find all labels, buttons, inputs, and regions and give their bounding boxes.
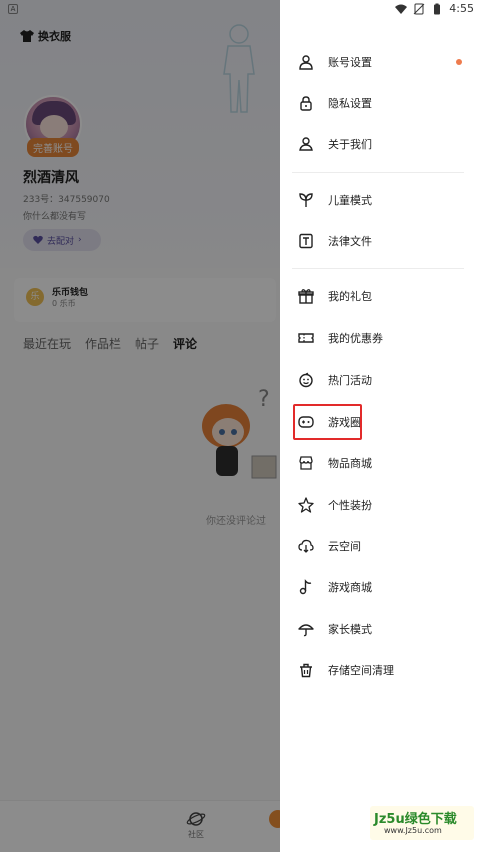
- gift-icon: [298, 288, 314, 304]
- menu-item-legal-documents[interactable]: 法律文件: [280, 221, 480, 261]
- watermark-url: www.Jz5u.com: [384, 826, 442, 835]
- notification-dot: [456, 59, 462, 65]
- menu-item-label: 家长模式: [328, 623, 372, 636]
- watermark: Jz5u绿色下载 www.Jz5u.com: [370, 806, 474, 840]
- menu-item-hot-events[interactable]: 热门活动: [280, 360, 480, 400]
- watermark-title: Jz5u绿色下载: [374, 812, 457, 827]
- menu-item-personal-decoration[interactable]: 个性装扮: [280, 485, 480, 525]
- wifi-icon: [395, 4, 408, 14]
- menu-item-label: 我的礼包: [328, 290, 372, 303]
- store-icon: [298, 455, 314, 471]
- ticket-icon: [298, 330, 314, 346]
- status-time: 4:55: [449, 2, 474, 15]
- highlight-box: [293, 404, 362, 440]
- menu-item-label: 个性装扮: [328, 499, 372, 512]
- menu-item-label: 热门活动: [328, 374, 372, 387]
- menu-item-account-settings[interactable]: 账号设置: [280, 42, 480, 82]
- menu-item-label: 儿童模式: [328, 194, 372, 207]
- profile-page-background: A 换衣服 完善账号 烈酒清风 233号：347559070 你什么都没有写 去…: [0, 0, 280, 852]
- menu-item-label: 我的优惠券: [328, 332, 383, 345]
- menu-item-parent-mode[interactable]: 家长模式: [280, 609, 480, 649]
- lock-icon: [298, 95, 314, 111]
- menu-item-label: 云空间: [328, 540, 361, 553]
- menu-item-cloud-space[interactable]: 云空间: [280, 526, 480, 566]
- star-icon: [298, 497, 314, 513]
- menu-item-my-coupons[interactable]: 我的优惠券: [280, 318, 480, 358]
- menu-item-label: 物品商城: [328, 457, 372, 470]
- menu-item-label: 关于我们: [328, 138, 372, 151]
- cloud-download-icon: [298, 538, 314, 554]
- battery-icon: [434, 3, 441, 14]
- menu-divider: [292, 172, 464, 173]
- menu-item-label: 存储空间清理: [328, 664, 394, 677]
- menu-item-label: 账号设置: [328, 56, 372, 69]
- document-t-icon: [298, 233, 314, 249]
- menu-item-label: 隐私设置: [328, 97, 372, 110]
- sprout-icon: [298, 192, 314, 208]
- menu-item-storage-cleanup[interactable]: 存储空间清理: [280, 650, 480, 690]
- person-icon: [298, 54, 314, 70]
- menu-item-item-store[interactable]: 物品商城: [280, 443, 480, 483]
- menu-item-kids-mode[interactable]: 儿童模式: [280, 180, 480, 220]
- menu-item-label: 法律文件: [328, 235, 372, 248]
- menu-item-about-us[interactable]: 关于我们: [280, 124, 480, 164]
- music-note-icon: [298, 579, 314, 595]
- menu-item-privacy-settings[interactable]: 隐私设置: [280, 83, 480, 123]
- trash-icon: [298, 662, 314, 678]
- person-outline-icon: [298, 136, 314, 152]
- menu-divider: [292, 268, 464, 269]
- menu-item-game-store[interactable]: 游戏商城: [280, 567, 480, 607]
- umbrella-icon: [298, 621, 314, 637]
- no-sim-icon: [413, 3, 425, 14]
- smiley-icon: [298, 372, 314, 388]
- menu-item-label: 游戏商城: [328, 581, 372, 594]
- drawer-scrim[interactable]: [0, 0, 280, 852]
- menu-item-my-gifts[interactable]: 我的礼包: [280, 276, 480, 316]
- status-bar: 4:55: [395, 2, 474, 15]
